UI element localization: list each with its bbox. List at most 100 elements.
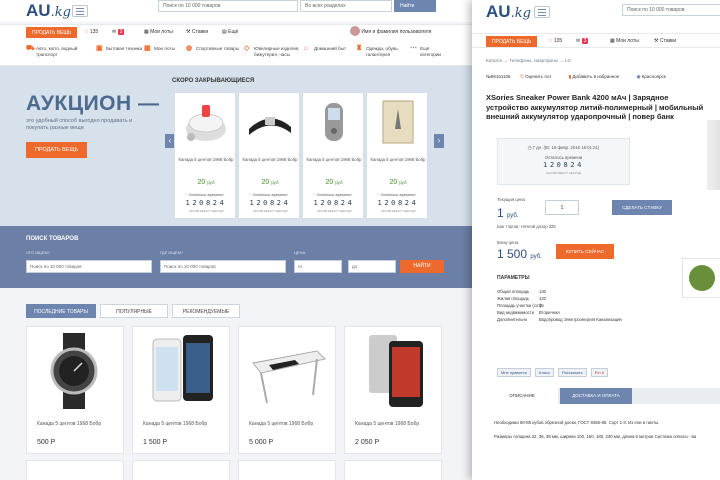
belt-icon bbox=[249, 117, 291, 135]
star-icon: ☆ bbox=[84, 29, 89, 35]
sell-button[interactable]: ПРОДАТЬ ВЕЩЬ bbox=[486, 36, 538, 47]
more-link[interactable]: ▤ Ещё bbox=[222, 29, 238, 35]
tab-recommended[interactable]: РЕКОМЕНДУЕМЫЕ bbox=[172, 304, 240, 318]
param-row: Жилая площадь 120 bbox=[497, 296, 546, 301]
price-to-input[interactable]: до bbox=[348, 260, 396, 273]
tab-description[interactable]: ОПИСАНИЕ bbox=[486, 388, 558, 404]
bid-step: Шаг торгов: Ночной дозор 325 bbox=[497, 224, 556, 229]
tab-popular[interactable]: ПОПУЛЯРНЫЕ bbox=[100, 304, 168, 318]
car-icon: ⛟ bbox=[26, 45, 35, 52]
appliance-icon: ▣ bbox=[96, 45, 103, 52]
params-title: ПАРАМЕТРЫ bbox=[497, 275, 530, 281]
category-item[interactable]: ▣ Бытовая техника bbox=[96, 45, 150, 52]
user-bar: ПРОДАТЬ ВЕЩЬ ☆ 135 ✉ 3 ▦ Мои лоты ⚒ Став… bbox=[472, 33, 720, 48]
carousel-next-button[interactable]: › bbox=[434, 134, 444, 148]
auction-card[interactable]: Канада 5 центов 1968 Бобр 20 руб Осталос… bbox=[366, 92, 428, 219]
bid-amount-input[interactable]: 1 bbox=[545, 200, 579, 215]
bets-link[interactable]: ⚒ Ставки bbox=[186, 29, 208, 35]
hero-title: АУКЦИОН — bbox=[26, 92, 160, 115]
city-label: ◉ Красноярск bbox=[636, 74, 666, 79]
user-menu[interactable]: Имя и фамилия пользователя bbox=[350, 26, 431, 38]
avatar bbox=[689, 265, 715, 291]
param-row: Вид недвижимости Вторичная bbox=[497, 310, 560, 315]
hero-text: это удобный способ выгодно продавать и п… bbox=[26, 118, 133, 131]
class-button[interactable]: Класс bbox=[534, 368, 554, 377]
category-item[interactable]: ⛟ Авто, мото, водный транспорт bbox=[26, 45, 92, 58]
top-search-input[interactable]: Поиск по 10 000 товаров bbox=[158, 0, 298, 12]
category-item[interactable]: ◍ Спортивные товары bbox=[186, 45, 242, 52]
header: AU.kg Поиск по 10 000 товаров bbox=[472, 0, 720, 24]
messages-link[interactable]: ✉ 3 bbox=[576, 38, 589, 44]
product-page-screenshot: AU.kg Поиск по 10 000 товаров ПРОДАТЬ ВЕ… bbox=[472, 0, 720, 480]
more-categories[interactable]: ⋯ Ещё категории bbox=[410, 45, 450, 58]
messages-link[interactable]: ✉ 3 bbox=[112, 29, 125, 35]
rate-lot-link[interactable]: ♡ Оценить лот bbox=[520, 74, 560, 79]
tell-button[interactable]: Рассказать bbox=[558, 368, 587, 377]
product-card[interactable] bbox=[344, 460, 442, 480]
countdown-timer: 120824 bbox=[185, 199, 227, 207]
what-input[interactable]: Поиск по 10 000 товаров bbox=[26, 260, 152, 273]
lot-info: №96161106 ♡ Оценить лот ▮ Добавить в изб… bbox=[486, 74, 682, 80]
top-search-input[interactable]: Поиск по 10 000 товаров bbox=[622, 4, 720, 16]
product-card[interactable] bbox=[238, 460, 336, 480]
search-button[interactable]: НАЙТИ bbox=[400, 260, 444, 273]
timer-box: ◷ 7 дн. (Вт. 16 февр. 2016 16:01:21) Ост… bbox=[497, 138, 630, 185]
product-search: ПОИСК ТОВАРОВ ЧТО ИЩЕМ? Поиск по 10 000 … bbox=[0, 226, 478, 288]
laptop-table-icon bbox=[252, 350, 327, 404]
cotton-candy-machine-icon bbox=[186, 105, 226, 141]
pin-icon: ◉ bbox=[636, 74, 641, 79]
favorites-link[interactable]: ☆ 135 bbox=[548, 38, 562, 44]
smartphone-icon bbox=[369, 335, 423, 407]
pin-button[interactable]: Pin it bbox=[590, 368, 608, 377]
auction-card[interactable]: Канада 5 центов 1968 Бобр 20 руб Осталос… bbox=[302, 92, 364, 219]
favorites-link[interactable]: ☆ 135 bbox=[84, 29, 98, 35]
category-item[interactable]: ◇ Ювелирные изделия, бижутерия, часы bbox=[244, 45, 304, 58]
add-favorite-link[interactable]: ▮ Добавить в избранное bbox=[569, 74, 628, 79]
product-card[interactable] bbox=[132, 460, 230, 480]
bookmark-icon: ▮ bbox=[568, 74, 572, 79]
category-item[interactable]: ⌂ Домашний быт bbox=[304, 45, 354, 52]
product-card[interactable]: Канада 5 центов 1968 Бобр 500 Р bbox=[26, 326, 124, 454]
place-bid-button[interactable]: СДЕЛАТЬ СТАВКУ bbox=[612, 200, 672, 215]
param-row: Площадь участка (сот)15 bbox=[497, 303, 544, 308]
user-bar: ПРОДАТЬ ВЕЩЬ ☆ 135 ✉ 3 ▦ Мои лоты ⚒ Став… bbox=[0, 24, 478, 39]
auction-card[interactable]: Канада 5 центов 1968 Бобр 20 руб Осталос… bbox=[238, 92, 300, 219]
doc-icon: ▤ bbox=[222, 29, 227, 35]
countdown-timer: 120824 bbox=[249, 199, 291, 207]
logo[interactable]: AU.kg bbox=[26, 1, 71, 21]
product-card[interactable]: Канада 5 центов 1968 Бобр 1 500 Р bbox=[132, 326, 230, 454]
seller-card[interactable] bbox=[682, 258, 720, 298]
menu-icon[interactable] bbox=[534, 6, 550, 18]
bets-link[interactable]: ⚒ Ставки bbox=[654, 38, 676, 44]
category-item[interactable]: ♜ Одежда, обувь, галантерея bbox=[356, 45, 408, 58]
product-card[interactable] bbox=[26, 460, 124, 480]
tab-delivery[interactable]: ДОСТАВКА И ОПЛАТА bbox=[560, 388, 632, 404]
auction-card[interactable]: Канада 5 центов 1968 Бобр 20 руб Осталос… bbox=[174, 92, 236, 219]
where-input[interactable]: Поиск по 10 000 товаров bbox=[160, 260, 286, 273]
star-icon: ☆ bbox=[548, 38, 553, 44]
product-card[interactable]: Канада 5 центов 1968 Бобр 5 000 Р bbox=[238, 326, 336, 454]
buy-now-button[interactable]: КУПИТЬ СЕЙЧАС bbox=[556, 244, 614, 259]
dots-icon: ⋯ bbox=[410, 45, 417, 52]
my-lots-link[interactable]: ▦ Мои лоты bbox=[144, 29, 173, 35]
logo[interactable]: AU.kg bbox=[486, 2, 531, 22]
category-select[interactable]: Во всех разделах bbox=[300, 0, 392, 12]
top-search-button[interactable]: Найти bbox=[394, 0, 436, 12]
category-item[interactable]: ▦ Мои лоты bbox=[144, 45, 184, 52]
phone-icon bbox=[325, 103, 343, 141]
product-card[interactable]: Канада 5 центов 1968 Бобр 2 050 Р bbox=[344, 326, 442, 454]
hero-sell-button[interactable]: ПРОДАТЬ ВЕЩЬ bbox=[26, 142, 88, 158]
price-from-input[interactable]: от bbox=[294, 260, 342, 273]
like-button[interactable]: Мне нравится bbox=[497, 368, 531, 377]
avatar bbox=[350, 26, 360, 36]
my-lots-link[interactable]: ▦ Мои лоты bbox=[610, 38, 639, 44]
description-text: Размеры толщина 32, 36, 38 мм, ширина 10… bbox=[494, 434, 697, 439]
home-icon: ⌂ bbox=[304, 45, 309, 52]
breadcrumb[interactable]: Каталог → Телефоны, смартфоны → LG bbox=[486, 58, 571, 63]
sell-button[interactable]: ПРОДАТЬ ВЕЩЬ bbox=[26, 27, 78, 38]
menu-icon[interactable] bbox=[72, 5, 88, 17]
homepage-screenshot: AU.kg Поиск по 10 000 товаров Во всех ра… bbox=[0, 0, 478, 480]
countdown-timer: 120824 bbox=[377, 199, 419, 207]
tab-latest[interactable]: ПОСЛЕДНИЕ ТОВАРЫ bbox=[26, 304, 96, 318]
current-price: 1 руб. bbox=[497, 206, 519, 220]
